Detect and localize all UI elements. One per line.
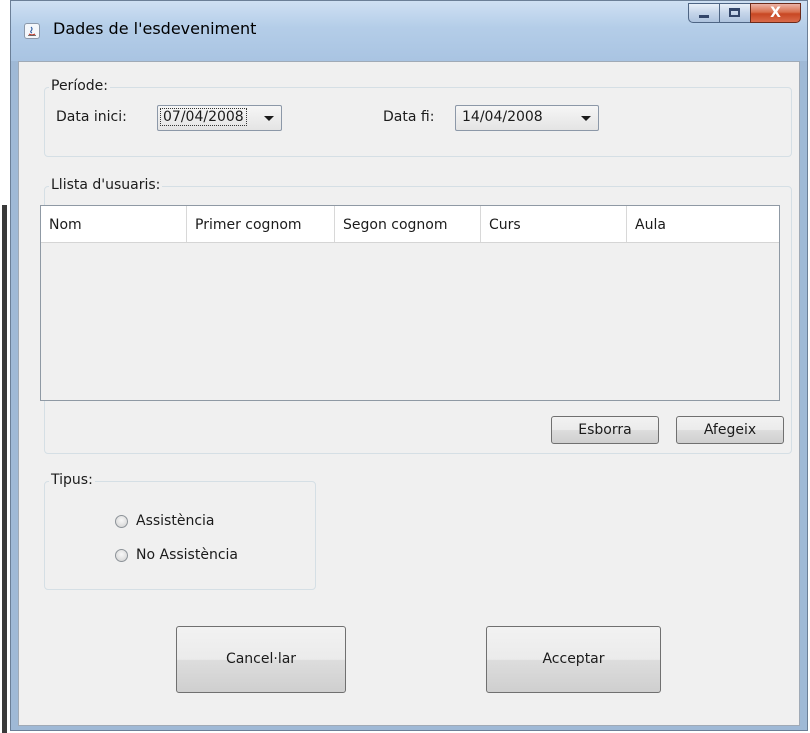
column-header-primer-cognom[interactable]: Primer cognom (187, 206, 335, 242)
radio-button[interactable] (115, 514, 128, 528)
radio-assistencia[interactable]: Assistència (115, 513, 215, 529)
maximize-button[interactable] (719, 3, 750, 23)
start-date-select[interactable]: 07/04/2008 (157, 105, 282, 131)
radio-button[interactable] (115, 548, 128, 562)
end-date-label: Data fi: (383, 109, 435, 125)
column-header-segon-cognom[interactable]: Segon cognom (335, 206, 481, 242)
java-app-icon (24, 23, 40, 39)
start-date-value: 07/04/2008 (160, 108, 247, 126)
minimize-button[interactable] (688, 3, 719, 23)
title-bar[interactable]: Dades de l'esdeveniment X (11, 1, 807, 61)
accept-button[interactable]: Acceptar (486, 626, 661, 693)
type-group (44, 481, 316, 590)
close-icon: X (770, 5, 781, 21)
chevron-down-icon (264, 116, 274, 121)
period-group-title: Període: (49, 78, 110, 94)
users-table[interactable]: Nom Primer cognom Segon cognom Curs Aula (40, 205, 780, 401)
chevron-down-icon (581, 116, 591, 121)
table-header: Nom Primer cognom Segon cognom Curs Aula (41, 206, 779, 243)
column-header-nom[interactable]: Nom (41, 206, 187, 242)
cancel-button[interactable]: Cancel·lar (176, 626, 346, 693)
background-edge (0, 0, 10, 733)
column-header-aula[interactable]: Aula (627, 206, 777, 242)
users-group-title: Llista d'usuaris: (49, 177, 163, 193)
maximize-icon (729, 8, 740, 17)
type-group-title: Tipus: (49, 472, 95, 488)
start-date-label: Data inici: (56, 109, 127, 125)
minimize-icon (699, 15, 709, 18)
delete-user-button[interactable]: Esborra (551, 416, 659, 444)
radio-label: Assistència (136, 513, 215, 529)
column-header-curs[interactable]: Curs (481, 206, 627, 242)
close-button[interactable]: X (750, 3, 801, 23)
end-date-select[interactable]: 14/04/2008 (455, 105, 599, 131)
radio-no-assistencia[interactable]: No Assistència (115, 547, 238, 563)
end-date-value: 14/04/2008 (462, 109, 543, 125)
window-title: Dades de l'esdeveniment (53, 19, 257, 38)
window-controls: X (688, 3, 801, 33)
add-user-button[interactable]: Afegeix (676, 416, 784, 444)
radio-label: No Assistència (136, 547, 238, 563)
background-window-edge (2, 205, 7, 733)
